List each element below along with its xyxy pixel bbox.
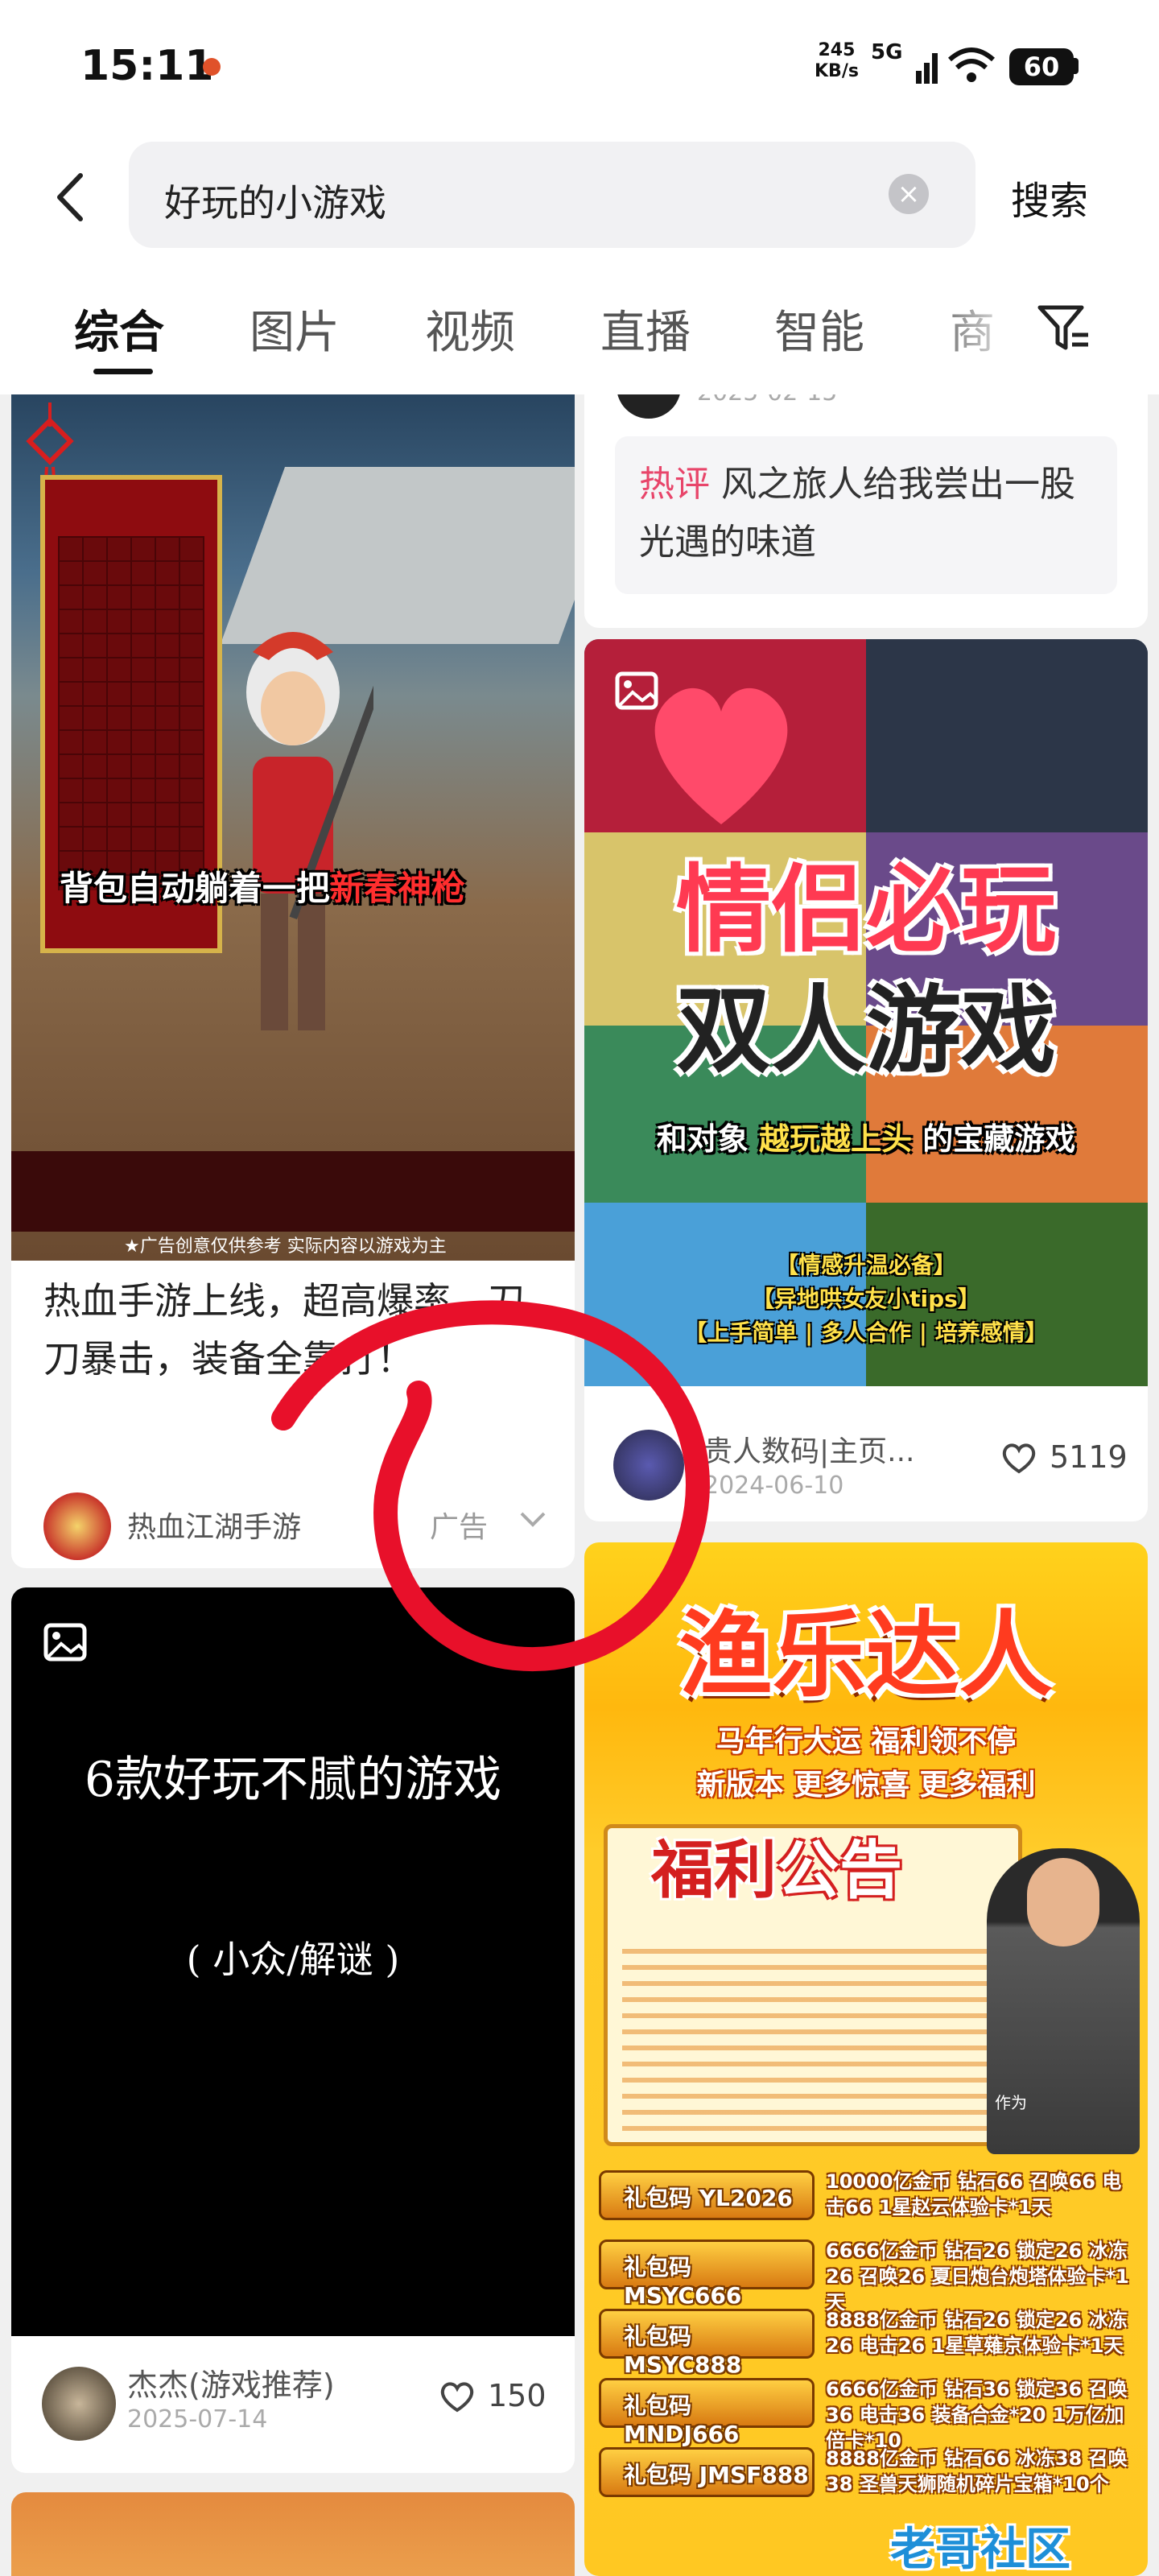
hot-comment-tag: 热评 (639, 464, 710, 505)
avatar[interactable] (42, 2367, 116, 2441)
author-name[interactable]: 贵人数码|主页... (703, 1428, 914, 1470)
collage-tile (866, 639, 1148, 832)
gift-code-chip: 礼包码 YL2026 (599, 2170, 815, 2220)
gallery-icon (615, 671, 658, 710)
gift-code-row: 礼包码 MSYC888 8888亿金币 钻石26 锁定26 冰冻26 电击26 … (599, 2306, 1133, 2378)
cover-subtitle: 和对象 越玩越上头 的宝藏游戏 (656, 1121, 1076, 1157)
gift-code-row: 礼包码 MSYC666 6666亿金币 钻石26 锁定26 冰冻26 召唤26 … (599, 2236, 1133, 2314)
ad-title[interactable]: 热血手游上线，超高爆率，刀刀暴击，装备全靠打！ (43, 1272, 542, 1388)
ad-label[interactable]: 广告 (430, 1504, 488, 1546)
search-button[interactable]: 搜索 (1011, 169, 1088, 225)
cover-title-2: 双人游戏 (675, 975, 1056, 1086)
presenter-face (1027, 1858, 1099, 1946)
game-hud (11, 1151, 575, 1232)
search-input[interactable]: 好玩的小游戏 × (129, 142, 975, 248)
avatar[interactable] (617, 394, 681, 419)
app-notification-icon (203, 58, 221, 76)
category-tabs: 综合 图片 视频 直播 智能 商 (0, 266, 1159, 394)
poster-subtitle: 马年行大运 福利领不停 (716, 1725, 1017, 1758)
poster-subtitle: 新版本 更多惊喜 更多福利 (696, 1769, 1036, 1802)
like-count[interactable]: 5119 (1050, 1439, 1128, 1475)
gift-code-chip: 礼包码 MSYC888 (599, 2309, 815, 2378)
tab-smart[interactable]: 智能 (774, 296, 864, 361)
presenter-caption: 作为 (995, 2093, 1027, 2112)
status-bar: 15:11 245 KB/s 5G 60 (0, 0, 1159, 129)
gift-code-desc: 6666亿金币 钻石26 锁定26 冰冻26 召唤26 夏日炮台炮塔体验卡*1天 (826, 2240, 1129, 2314)
wifi-icon (948, 47, 995, 82)
notice-title: 福利公告 (651, 1835, 903, 1907)
active-tab-indicator (93, 369, 153, 374)
gift-code-desc: 10000亿金币 钻石66 召唤66 电击66 1星赵云体验卡*1天 (826, 2170, 1122, 2219)
clock: 15:11 (80, 42, 214, 90)
cover-tip: 【上手简单 | 多人合作 | 培养感情】 (684, 1319, 1048, 1346)
notice-rows (622, 1949, 1008, 2134)
ad-disclaimer: ★广告创意仅供参考 实际内容以游戏为主 (124, 1236, 447, 1257)
gift-code-desc: 8888亿金币 钻石66 冰冻38 召唤38 圣兽天狮随机碎片宝箱*10个 (826, 2447, 1128, 2496)
community-logo: 老哥社区 (890, 2524, 1070, 2576)
note-card[interactable]: 渔乐达人 马年行大运 福利领不停 新版本 更多惊喜 更多福利 福利公告 作为 礼… (584, 1542, 1148, 2576)
filter-icon[interactable] (1035, 299, 1091, 356)
note-cover[interactable]: 情侣必玩 双人游戏 和对象 越玩越上头 的宝藏游戏 【情感升温必备】 【异地哄女… (584, 639, 1148, 1386)
tab-live[interactable]: 直播 (600, 296, 691, 361)
gift-code-row: 礼包码 JMSF888 8888亿金币 钻石66 冰冻38 召唤38 圣兽天狮随… (599, 2444, 1133, 2500)
like-count[interactable]: 150 (488, 2378, 547, 2413)
note-card[interactable]: 情侣必玩 双人游戏 和对象 越玩越上头 的宝藏游戏 【情感升温必备】 【异地哄女… (584, 639, 1148, 1521)
network-speed: 245 KB/s (815, 40, 859, 81)
game-character (246, 632, 373, 1030)
avatar[interactable] (43, 1492, 111, 1560)
search-header: 好玩的小游戏 × 搜索 (0, 129, 1159, 266)
presenter-photo: 作为 (987, 1848, 1140, 2154)
hot-comment[interactable]: 热评 风之旅人给我尝出一股光遇的味道 (615, 436, 1117, 594)
gift-code-row: 礼包码 YL2026 10000亿金币 钻石66 召唤66 电击66 1星赵云体… (599, 2167, 1133, 2223)
clear-icon[interactable]: × (889, 174, 929, 214)
ad-caption: 背包自动躺着一把新春神枪 (60, 869, 466, 908)
cover-tip: 【异地哄女友小tips】 (752, 1286, 980, 1312)
avatar[interactable] (613, 1430, 684, 1501)
gift-code-chip: 礼包码 JMSF888 (599, 2447, 815, 2497)
battery-tip (1074, 58, 1079, 74)
tab-videos[interactable]: 视频 (425, 296, 515, 361)
heart-icon[interactable] (438, 2380, 476, 2413)
ad-card[interactable]: 背包自动躺着一把新春神枪 ★广告创意仅供参考 实际内容以游戏为主 热血手游上线，… (11, 394, 575, 1568)
post-date: 2025-02-15 (697, 394, 837, 407)
tab-images[interactable]: 图片 (250, 296, 340, 361)
post-date: 2025-07-14 (127, 2405, 268, 2434)
back-icon[interactable] (47, 169, 95, 225)
note-cover[interactable]: 渔乐达人 马年行大运 福利领不停 新版本 更多惊喜 更多福利 福利公告 作为 礼… (584, 1542, 1148, 2576)
inventory-grid (58, 536, 204, 890)
cover-tip: 【情感升温必备】 (775, 1252, 956, 1278)
cover-subtitle: ( 小众/解谜 ) (186, 1938, 400, 1981)
cover-title: 6款好玩不腻的游戏 (84, 1752, 502, 1808)
heart-icon[interactable] (1000, 1441, 1038, 1475)
author-name[interactable]: 杰杰(游戏推荐) (127, 2360, 335, 2405)
results-feed[interactable]: 背包自动躺着一把新春神枪 ★广告创意仅供参考 实际内容以游戏为主 热血手游上线，… (0, 394, 1159, 2576)
gift-code-row: 礼包码 MNDJ666 6666亿金币 钻石36 锁定36 召唤36 电击36 … (599, 2375, 1133, 2452)
cover-title-1: 情侣必玩 (675, 854, 1056, 965)
tab-all[interactable]: 综合 (74, 296, 164, 361)
author-name[interactable]: 热血江湖手游 (127, 1504, 301, 1546)
chevron-down-icon[interactable] (518, 1509, 547, 1531)
battery-icon: 60 (1009, 48, 1074, 85)
gallery-icon (43, 1623, 87, 1662)
search-query[interactable]: 好玩的小游戏 (164, 174, 386, 227)
gift-code-chip: 礼包码 MSYC666 (599, 2240, 815, 2309)
notice-board: 福利公告 (604, 1824, 1022, 2146)
note-card[interactable] (11, 2492, 575, 2576)
gift-code-desc: 8888亿金币 钻石26 锁定26 冰冻26 电击26 1星草薙京体验卡*1天 (826, 2309, 1128, 2357)
note-card[interactable]: 6款好玩不腻的游戏 ( 小众/解谜 ) 杰杰(游戏推荐) 2025-07-14 … (11, 1587, 575, 2473)
note-card[interactable]: 2025-02-15 热评 风之旅人给我尝出一股光遇的味道 (584, 394, 1148, 628)
note-cover[interactable]: 6款好玩不腻的游戏 ( 小众/解谜 ) (11, 1587, 575, 2336)
gift-code-desc: 6666亿金币 钻石36 锁定36 召唤36 电击36 装备合金*20 1万亿加… (826, 2378, 1128, 2452)
post-date: 2024-06-10 (703, 1472, 844, 1500)
tab-fade (926, 266, 1022, 394)
signal-icon (916, 53, 938, 84)
poster-headline: 渔乐达人 (679, 1601, 1053, 1710)
ad-image[interactable]: 背包自动躺着一把新春神枪 ★广告创意仅供参考 实际内容以游戏为主 (11, 394, 575, 1261)
gift-code-chip: 礼包码 MNDJ666 (599, 2378, 815, 2447)
